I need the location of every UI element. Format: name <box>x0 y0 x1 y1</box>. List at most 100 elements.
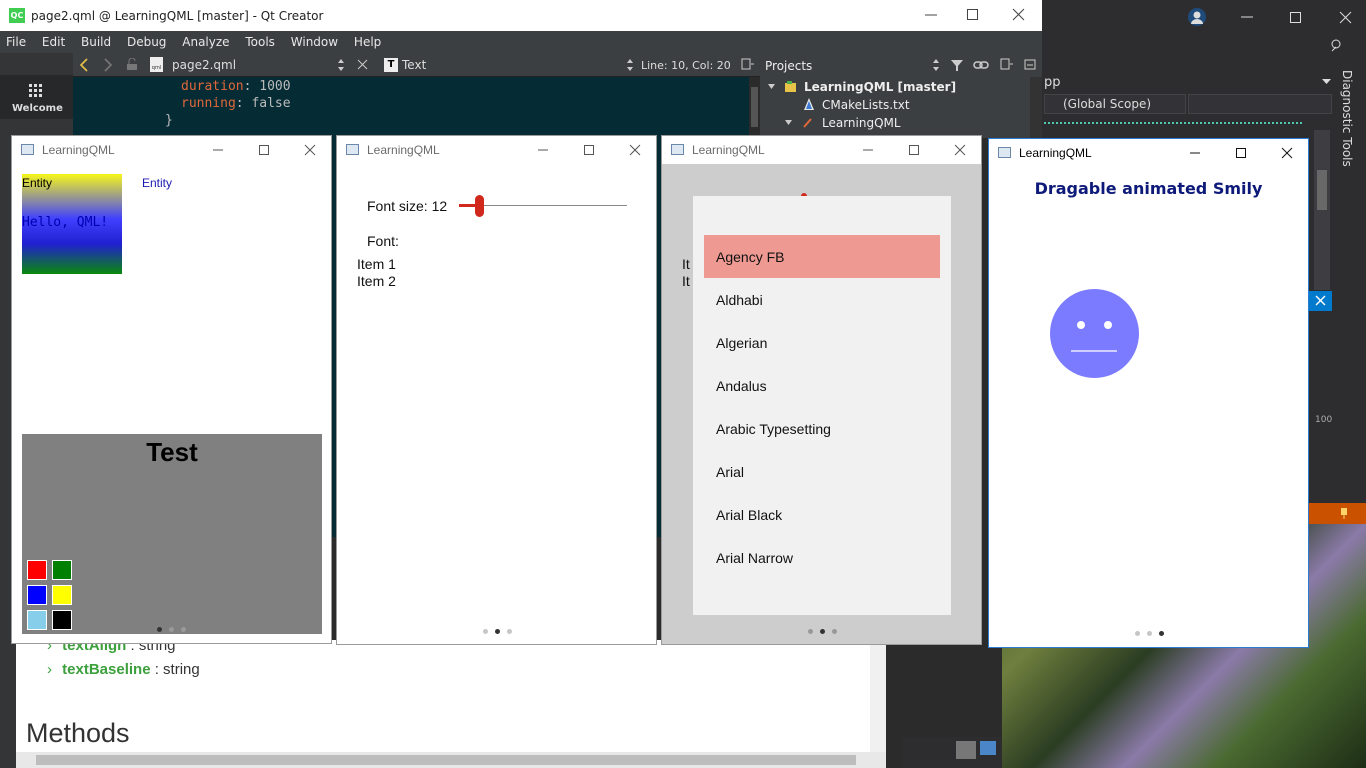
project-item-cmakelists[interactable]: CMakeLists.txt <box>822 98 910 112</box>
link-icon[interactable] <box>973 58 989 72</box>
menu-help[interactable]: Help <box>348 31 387 49</box>
minimize-icon[interactable] <box>535 142 551 158</box>
page-dot-active[interactable] <box>495 629 500 634</box>
member-dropdown[interactable] <box>1188 94 1332 114</box>
slider-handle[interactable] <box>475 195 484 217</box>
symbol-type-label[interactable]: Text <box>402 58 426 72</box>
maximize-icon[interactable] <box>581 142 597 158</box>
list-item[interactable]: Item 2 <box>357 273 396 289</box>
pin-icon[interactable] <box>1338 507 1350 520</box>
user-avatar-icon[interactable] <box>1188 8 1206 26</box>
page-dot[interactable] <box>483 629 488 634</box>
projects-updown-icon[interactable] <box>932 58 940 72</box>
projects-label[interactable]: Projects <box>765 59 812 73</box>
file-updown-icon[interactable] <box>337 58 345 72</box>
expand-arrow-icon[interactable] <box>784 119 793 127</box>
font-option[interactable]: Aldhabi <box>704 278 940 321</box>
close-icon[interactable] <box>627 142 643 158</box>
page-dot[interactable] <box>169 627 174 632</box>
font-option[interactable]: Agency FB <box>704 235 940 278</box>
doc-scrollbar[interactable] <box>870 640 886 752</box>
page-dot[interactable] <box>181 627 186 632</box>
doc-hscroll-thumb[interactable] <box>36 755 856 765</box>
close-icon[interactable] <box>302 142 318 158</box>
menu-window[interactable]: Window <box>285 31 344 49</box>
smily-face[interactable] <box>1050 289 1139 378</box>
project-item-learningqml[interactable]: LearningQML <box>822 116 901 130</box>
feedback-icon[interactable] <box>1329 38 1344 53</box>
dropdown-arrow-icon[interactable] <box>1322 79 1331 85</box>
diagnostic-tools-tab[interactable]: Diagnostic Tools <box>1338 70 1360 170</box>
page-dot[interactable] <box>507 629 512 634</box>
close-panel-icon[interactable] <box>1024 59 1036 70</box>
maximize-icon[interactable] <box>1289 11 1303 25</box>
editor-scroll-thumb[interactable] <box>751 87 758 127</box>
page-indicator[interactable] <box>1135 631 1165 637</box>
page-dot-active[interactable] <box>1159 631 1164 636</box>
color-swatch-blue[interactable] <box>27 585 47 605</box>
color-swatch-green[interactable] <box>52 560 72 580</box>
projects-scrollbar[interactable] <box>1030 77 1042 138</box>
mode-welcome[interactable]: Welcome <box>0 75 73 119</box>
font-option[interactable]: Arial Black <box>704 493 940 536</box>
font-option[interactable]: Arial Narrow <box>704 536 940 579</box>
close-document-icon[interactable] <box>357 59 368 70</box>
close-icon[interactable] <box>952 142 968 158</box>
slider-track[interactable] <box>459 205 627 206</box>
maximize-icon[interactable] <box>256 142 272 158</box>
minimize-icon[interactable] <box>1240 10 1254 24</box>
color-swatch-black[interactable] <box>52 610 72 630</box>
menu-edit[interactable]: Edit <box>36 31 71 49</box>
page-dot[interactable] <box>1135 631 1140 636</box>
vs-file-fragment[interactable]: pp <box>1044 75 1061 90</box>
taskbar-icon[interactable] <box>956 741 976 759</box>
split-panel-icon[interactable] <box>1000 58 1013 71</box>
back-arrow-icon[interactable] <box>79 58 89 72</box>
color-swatch-yellow[interactable] <box>52 585 72 605</box>
filter-icon[interactable] <box>950 58 964 72</box>
font-option[interactable]: Andalus <box>704 364 940 407</box>
minimize-icon[interactable] <box>860 142 876 158</box>
expand-arrow-icon[interactable] <box>767 83 776 91</box>
menu-analyze[interactable]: Analyze <box>176 31 235 49</box>
close-icon[interactable] <box>1339 11 1353 25</box>
vs-close-tab-icon[interactable] <box>1308 291 1332 311</box>
scope-dropdown[interactable]: (Global Scope) <box>1044 94 1186 114</box>
page-dot-active[interactable] <box>820 629 825 634</box>
page-indicator[interactable] <box>808 629 838 635</box>
page-dot-active[interactable] <box>157 627 162 632</box>
page-indicator[interactable] <box>157 627 187 633</box>
vs-scroll-thumb[interactable] <box>1317 170 1327 210</box>
doc-horizontal-scrollbar[interactable] <box>16 752 886 768</box>
menu-debug[interactable]: Debug <box>121 31 172 49</box>
cursor-position[interactable]: Line: 10, Col: 20 <box>641 59 731 72</box>
menu-tools[interactable]: Tools <box>239 31 281 49</box>
menu-build[interactable]: Build <box>75 31 117 49</box>
color-swatch-skyblue[interactable] <box>27 610 47 630</box>
minimize-icon[interactable] <box>210 142 226 158</box>
taskbar-icon[interactable] <box>980 741 996 755</box>
forward-arrow-icon[interactable] <box>103 58 113 72</box>
list-item[interactable]: Item 1 <box>357 256 396 272</box>
font-popup[interactable]: Agency FB Aldhabi Algerian Andalus Arabi… <box>693 196 951 615</box>
menu-file[interactable]: File <box>0 31 32 49</box>
vs-scrollbar[interactable] <box>1314 130 1330 290</box>
font-option[interactable]: Arial <box>704 450 940 493</box>
font-option[interactable]: Arabic Typesetting <box>704 407 940 450</box>
page-dot[interactable] <box>1147 631 1152 636</box>
project-root[interactable]: LearningQML [master] <box>804 80 956 94</box>
split-icon[interactable] <box>741 58 754 71</box>
close-icon[interactable] <box>1012 8 1026 22</box>
property-name[interactable]: textBaseline <box>62 661 150 678</box>
current-file-name[interactable]: page2.qml <box>172 58 236 72</box>
minimize-icon[interactable] <box>924 8 938 22</box>
page-dot[interactable] <box>808 629 813 634</box>
minimize-icon[interactable] <box>1187 145 1203 161</box>
font-size-slider[interactable] <box>459 195 627 217</box>
page-dot[interactable] <box>832 629 837 634</box>
symbol-updown-icon[interactable] <box>626 58 634 72</box>
maximize-icon[interactable] <box>1233 145 1249 161</box>
maximize-icon[interactable] <box>966 8 980 22</box>
page-indicator[interactable] <box>483 629 513 635</box>
font-option[interactable]: Algerian <box>704 321 940 364</box>
